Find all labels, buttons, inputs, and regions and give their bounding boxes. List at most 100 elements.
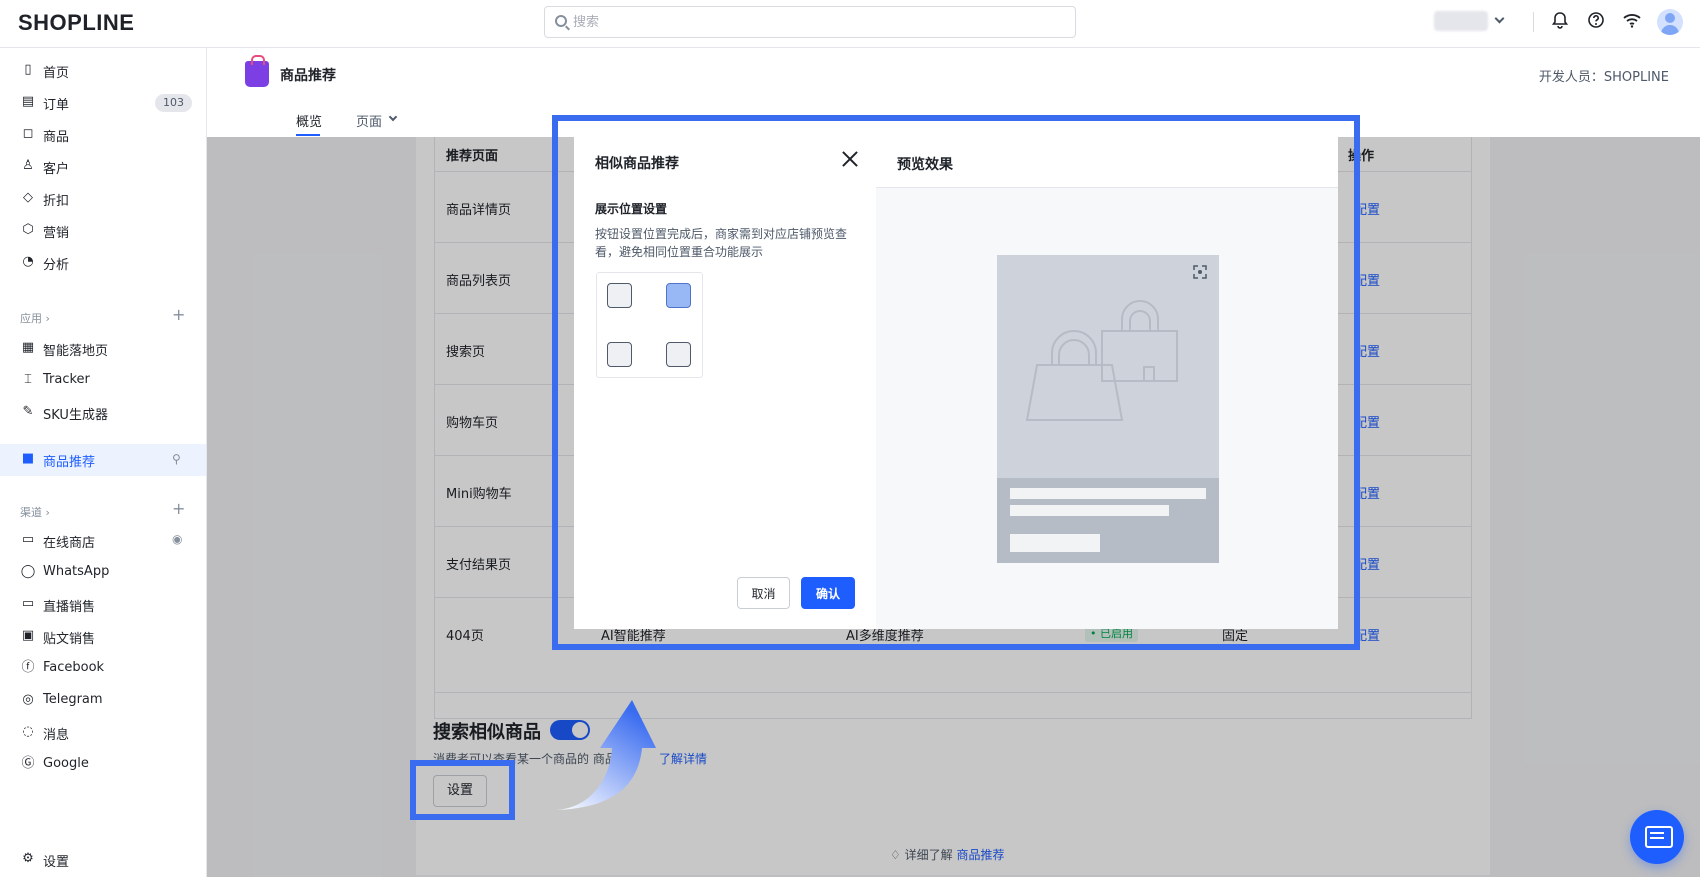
tag-icon: ◇ xyxy=(23,190,33,205)
chevron-down-icon[interactable] xyxy=(1494,13,1505,24)
user-icon: ♙ xyxy=(22,158,34,173)
sidebar-item-label: 消息 xyxy=(43,728,70,743)
product-placeholder-image xyxy=(1025,300,1178,421)
add-channel-icon[interactable]: + xyxy=(172,499,185,518)
sidebar-item-messages[interactable]: ◌ 消息 xyxy=(0,717,206,747)
preview-title: 预览效果 xyxy=(897,157,953,173)
sidebar-item-posts[interactable]: ▣ 贴文销售 xyxy=(0,621,206,651)
cancel-button[interactable]: 取消 xyxy=(737,577,790,609)
sidebar-item-label: SKU生成器 xyxy=(43,408,108,423)
tab-overview[interactable]: 概览 xyxy=(296,111,322,130)
tab-pages[interactable]: 页面 xyxy=(356,111,382,130)
tracker-icon: ⌶ xyxy=(24,372,32,387)
landing-icon: ▦ xyxy=(21,340,35,355)
preview-panel: 预览效果 xyxy=(876,137,1338,629)
store-icon: ▭ xyxy=(21,532,35,547)
pin-icon[interactable]: ⚲ xyxy=(172,452,181,466)
position-grid xyxy=(596,272,703,378)
channels-section-title[interactable]: 渠道 › xyxy=(20,504,50,520)
confirm-button[interactable]: 确认 xyxy=(801,577,855,609)
position-setting-desc: 按钮设置位置完成后，商家需到对应店铺预览查看，避免相同位置重合功能展示 xyxy=(595,227,848,259)
chart-icon: ◔ xyxy=(22,254,34,269)
recommend-app-logo xyxy=(245,55,269,87)
expand-icon xyxy=(1193,265,1207,279)
bell-icon[interactable] xyxy=(1549,11,1571,33)
similar-recommend-modal: 相似商品推荐 展示位置设置 按钮设置位置完成后，商家需到对应店铺预览查看，避免相… xyxy=(574,137,1338,629)
modal-title: 相似商品推荐 xyxy=(595,156,679,172)
gear-icon: ⚙ xyxy=(22,851,34,866)
sidebar-item-tracker[interactable]: ⌶ Tracker xyxy=(0,365,206,395)
sidebar-item-label: Telegram xyxy=(43,692,103,707)
sidebar: ▯ 首页 ▤ 订单 103 ◻ 商品 ♙ 客户 ◇ 折扣 ⬡ 营销 ◔ 分析 应… xyxy=(0,48,207,877)
eye-icon[interactable]: ◉ xyxy=(172,532,182,546)
sidebar-item-whatsapp[interactable]: ◯ WhatsApp xyxy=(0,557,206,587)
sidebar-item-landing[interactable]: ▦ 智能落地页 xyxy=(0,333,206,363)
wifi-icon[interactable] xyxy=(1621,11,1643,33)
placeholder-button xyxy=(1010,534,1100,552)
placeholder-line xyxy=(1010,488,1206,499)
recommend-icon: ■ xyxy=(21,451,35,466)
sidebar-item-label: 设置 xyxy=(43,855,70,870)
order-count-badge: 103 xyxy=(155,94,192,112)
page-title: 商品推荐 xyxy=(280,68,336,84)
sidebar-item-label: 智能落地页 xyxy=(43,344,109,359)
sidebar-item-label: Tracker xyxy=(43,372,90,387)
live-icon: ▭ xyxy=(21,596,35,611)
sidebar-item-label: 商品 xyxy=(43,130,70,145)
tab-underline xyxy=(296,134,320,136)
close-icon[interactable] xyxy=(840,149,860,169)
sidebar-item-label: Google xyxy=(43,756,89,771)
position-bottom-left[interactable] xyxy=(607,342,632,367)
sidebar-item-label: 商品推荐 xyxy=(43,455,96,470)
sidebar-item-products[interactable]: ◻ 商品 xyxy=(0,119,206,149)
chat-support-button[interactable] xyxy=(1630,810,1684,864)
sidebar-item-home[interactable]: ▯ 首页 xyxy=(0,55,206,85)
preview-header: 预览效果 xyxy=(876,137,1338,188)
modal-settings-panel: 相似商品推荐 展示位置设置 按钮设置位置完成后，商家需到对应店铺预览查看，避免相… xyxy=(574,137,876,629)
search-input[interactable] xyxy=(573,12,1053,32)
sidebar-item-discounts[interactable]: ◇ 折扣 xyxy=(0,183,206,213)
sidebar-item-label: 分析 xyxy=(43,258,70,273)
sidebar-item-analytics[interactable]: ◔ 分析 xyxy=(0,247,206,277)
divider xyxy=(1533,12,1534,32)
search-icon xyxy=(555,15,567,27)
sidebar-item-customers[interactable]: ♙ 客户 xyxy=(0,151,206,181)
sidebar-item-label: 直播销售 xyxy=(43,600,96,615)
global-search[interactable] xyxy=(544,6,1076,38)
sidebar-item-label: 客户 xyxy=(43,162,70,177)
position-bottom-right[interactable] xyxy=(666,342,691,367)
sidebar-item-facebook[interactable]: ⓕ Facebook xyxy=(0,653,206,683)
sidebar-item-label: 营销 xyxy=(43,226,70,241)
position-top-left[interactable] xyxy=(607,283,632,308)
sidebar-item-live[interactable]: ▭ 直播销售 xyxy=(0,589,206,619)
add-app-icon[interactable]: + xyxy=(172,305,185,324)
telegram-icon: ◎ xyxy=(22,692,34,707)
sidebar-item-orders[interactable]: ▤ 订单 103 xyxy=(0,87,206,117)
developer-label: 开发人员：SHOPLINE xyxy=(1538,70,1669,85)
help-icon[interactable] xyxy=(1585,11,1607,33)
position-setting-title: 展示位置设置 xyxy=(595,202,668,216)
sidebar-item-marketing[interactable]: ⬡ 营销 xyxy=(0,215,206,245)
sidebar-item-sku[interactable]: ✎ SKU生成器 xyxy=(0,397,206,427)
facebook-icon: ⓕ xyxy=(21,660,35,675)
shopline-logo[interactable]: SHOPLINE xyxy=(18,10,134,36)
store-switcher[interactable] xyxy=(1434,11,1488,31)
sku-icon: ✎ xyxy=(22,404,34,419)
marketing-icon: ⬡ xyxy=(22,222,34,237)
position-top-right[interactable] xyxy=(666,283,691,308)
home-icon: ▯ xyxy=(24,62,32,77)
sidebar-item-telegram[interactable]: ◎ Telegram xyxy=(0,685,206,715)
avatar[interactable] xyxy=(1657,9,1683,35)
sidebar-item-label: 贴文销售 xyxy=(43,632,96,647)
sidebar-item-online-store[interactable]: ▭ 在线商店 ◉ xyxy=(0,525,206,555)
placeholder-line xyxy=(1010,505,1169,516)
sidebar-item-label: 首页 xyxy=(43,66,70,81)
sidebar-item-label: Facebook xyxy=(43,660,105,675)
preview-product-card xyxy=(997,255,1219,563)
chevron-down-icon[interactable] xyxy=(388,112,398,122)
sidebar-item-google[interactable]: Ⓖ Google xyxy=(0,749,206,779)
apps-section-title[interactable]: 应用 › xyxy=(20,310,50,326)
sidebar-item-recommend[interactable]: ■ 商品推荐 ⚲ xyxy=(0,444,206,476)
sidebar-item-settings[interactable]: ⚙ 设置 xyxy=(0,844,206,874)
google-icon: Ⓖ xyxy=(21,756,35,771)
